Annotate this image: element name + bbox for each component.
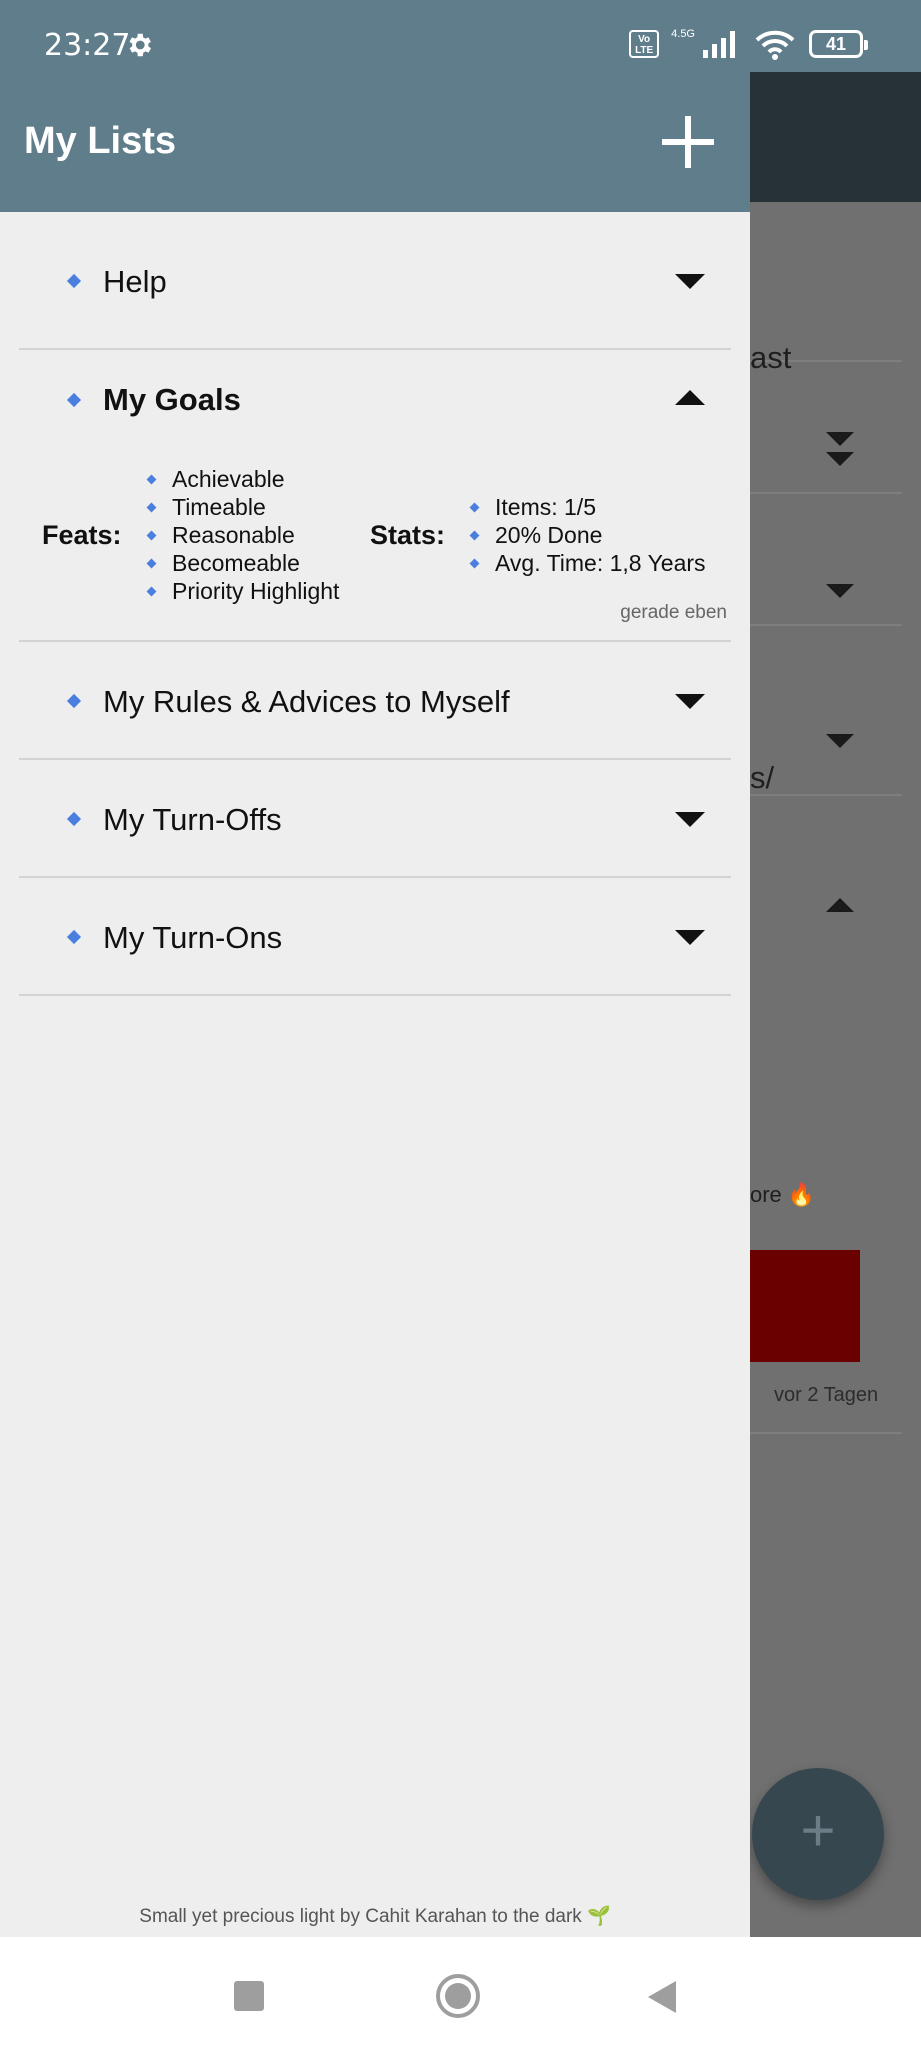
recents-icon[interactable] <box>234 1981 264 2011</box>
volte-icon: Vo LTE <box>629 30 660 58</box>
home-icon[interactable] <box>436 1974 480 2018</box>
navigation-bar <box>0 1937 921 2048</box>
list-item-header[interactable]: My Goals <box>19 350 731 450</box>
background-row: s/ <box>750 626 902 796</box>
highlight-block <box>750 1250 860 1362</box>
feat-item: Becomeable <box>146 549 339 577</box>
add-list-button[interactable] <box>662 116 714 168</box>
background-toolbar <box>750 72 921 202</box>
stat-item: 20% Done <box>469 521 706 549</box>
list-item-header[interactable]: Help <box>19 212 731 350</box>
list-item-header[interactable]: My Rules & Advices to Myself <box>19 642 731 760</box>
network-type: 4.5G <box>671 28 695 40</box>
back-icon[interactable] <box>648 1981 676 2013</box>
list-item-my-turn-offs[interactable]: My Turn-Offs <box>19 760 731 878</box>
chevron-down-icon[interactable] <box>675 812 705 827</box>
diamond-bullet-icon <box>66 392 82 408</box>
feat-item: Timeable <box>146 493 339 521</box>
navigation-drawer: My Lists Help My Goals Feats: Achievable… <box>0 72 750 1937</box>
signal-icon <box>703 31 735 58</box>
wifi-icon <box>755 30 795 60</box>
status-time: 23:27 <box>44 28 131 63</box>
list-item-title: My Goals <box>103 382 241 417</box>
chevron-up-icon[interactable] <box>675 390 705 405</box>
chevron-down-icon <box>826 734 854 748</box>
stat-item: Items: 1/5 <box>469 493 706 521</box>
feat-item: Achievable <box>146 465 339 493</box>
status-icons: Vo LTE 4.5G 41 <box>629 28 868 60</box>
gear-icon <box>129 33 151 57</box>
list-item-title: My Turn-Ons <box>103 920 283 955</box>
chevron-up-icon <box>826 898 854 912</box>
feats-list: Achievable Timeable Reasonable Becomeabl… <box>146 465 339 605</box>
feat-item: Priority Highlight <box>146 577 339 605</box>
chevron-down-icon[interactable] <box>675 274 705 289</box>
divider <box>750 1432 902 1434</box>
background-row-text: s/ <box>750 760 775 795</box>
battery-icon: 41 <box>809 30 868 58</box>
list-item-title: Help <box>103 264 167 299</box>
feats-label: Feats: <box>42 520 122 550</box>
background-row <box>750 362 902 494</box>
footer-credit: Small yet precious light by Cahit Karaha… <box>139 1906 611 1927</box>
diamond-bullet-icon <box>66 811 82 827</box>
drawer-header: My Lists <box>0 72 750 212</box>
plus-icon: + <box>800 1797 836 1864</box>
diamond-bullet-icon <box>66 693 82 709</box>
background-row <box>750 494 902 626</box>
background-timestamp: vor 2 Tagen <box>774 1384 879 1406</box>
list-item-my-goals[interactable]: My Goals Feats: Achievable Timeable Reas… <box>19 350 731 642</box>
list-item-header[interactable]: My Turn-Ons <box>19 878 731 996</box>
list-item-header[interactable]: My Turn-Offs <box>19 760 731 878</box>
list-item-my-turn-ons[interactable]: My Turn-Ons <box>19 878 731 996</box>
list-item-title: My Rules & Advices to Myself <box>103 684 510 719</box>
stats-list: Items: 1/5 20% Done Avg. Time: 1,8 Years <box>469 493 706 577</box>
diamond-bullet-icon <box>66 929 82 945</box>
chevron-down-icon[interactable] <box>675 694 705 709</box>
battery-level: 41 <box>825 33 847 54</box>
chevron-down-icon[interactable] <box>675 930 705 945</box>
background-row: ast <box>750 202 902 446</box>
feat-item: Reasonable <box>146 521 339 549</box>
updated-timestamp: gerade eben <box>620 602 727 623</box>
stats-label: Stats: <box>370 520 446 550</box>
add-item-fab[interactable]: + <box>752 1768 884 1900</box>
list-item-help[interactable]: Help <box>19 212 731 350</box>
background-row-text: ore 🔥 <box>750 1182 816 1207</box>
list-item-title: My Turn-Offs <box>103 802 282 837</box>
diamond-bullet-icon <box>66 273 82 289</box>
chevron-down-icon <box>826 452 854 466</box>
chevron-down-icon <box>826 584 854 598</box>
stat-item: Avg. Time: 1,8 Years <box>469 549 706 577</box>
drawer-title: My Lists <box>24 120 177 162</box>
list-item-my-rules[interactable]: My Rules & Advices to Myself <box>19 642 731 760</box>
background-app: ast s/ ore 🔥 vor 2 Tagen <box>750 72 921 1937</box>
